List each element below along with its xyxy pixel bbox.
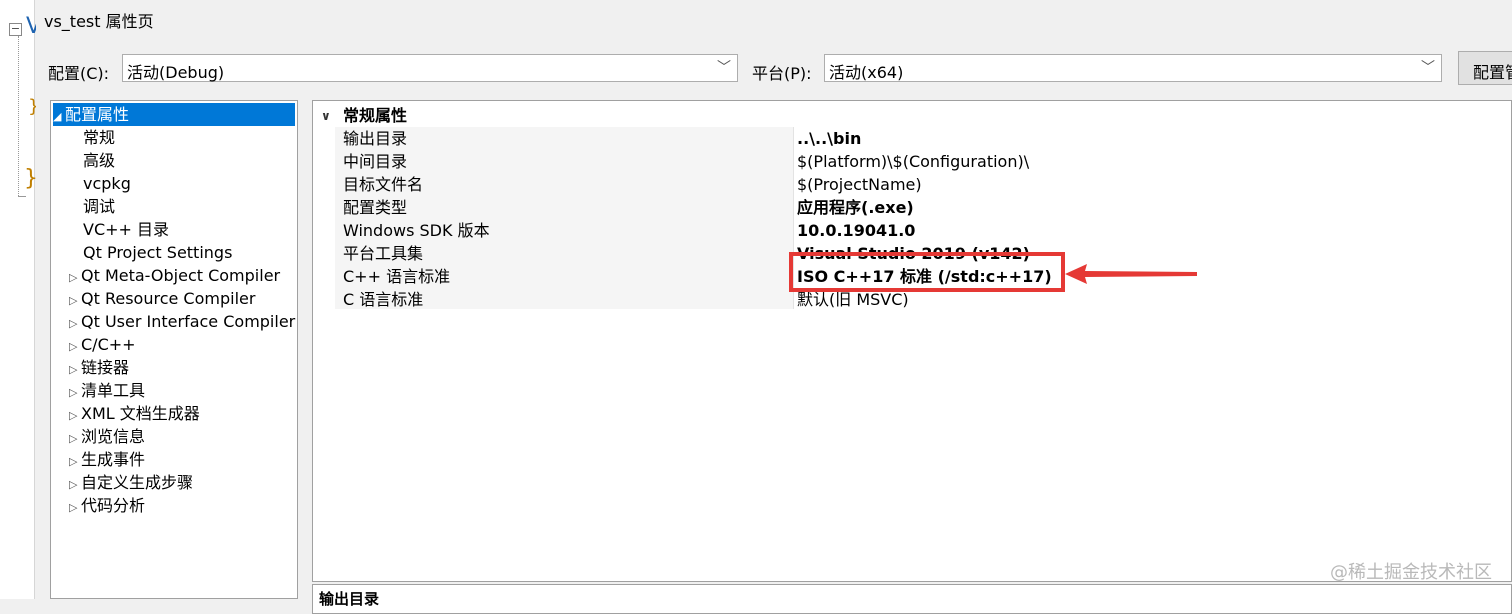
tree-item-label: Qt User Interface Compiler [81,312,296,331]
tree-item-qt-moc[interactable]: ▷ Qt Meta-Object Compiler [69,264,280,287]
tree-item-label: vcpkg [83,174,131,193]
tree-item-custom-build-step[interactable]: ▷ 自定义生成步骤 [69,471,193,494]
tree-item-label: 链接器 [81,358,130,377]
tree-item-qt-rcc[interactable]: ▷ Qt Resource Compiler [69,287,255,310]
tree-item-label: 自定义生成步骤 [81,473,194,492]
tree-item-label: XML 文档生成器 [81,404,200,423]
tree-item-general[interactable]: 常规 [83,126,115,149]
tree-item-advanced[interactable]: 高级 [83,149,115,172]
property-row-output-directory[interactable]: 输出目录 ..\..\bin [313,127,1512,150]
collapsed-triangle-icon: ▷ [69,478,78,491]
expanded-triangle-icon: ◢ [53,110,62,123]
property-tree: ◢ 配置属性 常规 高级 vcpkg 调试 VC++ 目录 Qt Project … [50,100,298,599]
tree-item-label: VC++ 目录 [83,220,170,239]
description-pane: 输出目录 [312,584,1512,614]
tree-item-label: Qt Meta-Object Compiler [81,266,281,285]
collapsed-triangle-icon: ▷ [69,432,78,445]
tree-item-label: Qt Project Settings [83,243,233,262]
property-name: C++ 语言标准 [343,267,451,286]
tree-item-label: 清单工具 [81,381,146,400]
configuration-manager-button[interactable]: 配置管理器(O)... [1458,51,1512,85]
property-name: C 语言标准 [343,290,424,309]
config-dropdown[interactable]: 活动(Debug) ﹀ [122,54,738,82]
chevron-down-icon: ﹀ [1421,60,1435,76]
property-name: Windows SDK 版本 [343,221,490,240]
tree-item-label: C/C++ [81,335,136,354]
property-name: 输出目录 [343,129,408,148]
configuration-manager-label: 配置管理器(O)... [1473,63,1512,82]
category-general-properties[interactable]: ∨ 常规属性 [313,105,1512,127]
dialog-title: vs_test 属性页 [44,12,154,31]
tree-item-manifest-tool[interactable]: ▷ 清单工具 [69,379,145,402]
property-row-configuration-type[interactable]: 配置类型 应用程序(.exe) [313,196,1512,219]
property-name: 平台工具集 [343,244,424,263]
tree-item-qt-uic[interactable]: ▷ Qt User Interface Compiler [69,310,295,333]
category-label: 常规属性 [343,106,408,125]
background-code-editor: − V } } [0,0,41,599]
property-row-target-name[interactable]: 目标文件名 $(ProjectName) [313,173,1512,196]
tree-item-label: 调试 [83,197,116,216]
watermark: @稀土掘金技术社区 [1330,562,1492,583]
collapsed-triangle-icon: ▷ [69,386,78,399]
tree-item-debugging[interactable]: 调试 [83,195,115,218]
tree-item-vcpkg[interactable]: vcpkg [83,172,131,195]
tree-item-label: 配置属性 [65,105,130,124]
outline-guide-end [18,196,26,197]
annotation-arrow-icon [1065,264,1197,284]
collapsed-triangle-icon: ▷ [69,501,78,514]
collapsed-triangle-icon: ▷ [69,317,78,330]
property-pages-dialog: vs_test 属性页 配置(C): 活动(Debug) ﹀ 平台(P): 活动… [36,0,1512,614]
tree-item-browse-information[interactable]: ▷ 浏览信息 [69,425,145,448]
platform-label: 平台(P): [752,64,812,83]
property-value[interactable]: ..\..\bin [797,127,861,150]
collapsed-triangle-icon: ▷ [69,340,78,353]
property-name: 目标文件名 [343,175,424,194]
collapsed-triangle-icon: ▷ [69,455,78,468]
tree-item-c-cpp[interactable]: ▷ C/C++ [69,333,136,356]
property-row-intermediate-directory[interactable]: 中间目录 $(Platform)\$(Configuration)\ [313,150,1512,173]
property-value[interactable]: 10.0.19041.0 [797,219,915,242]
tree-item-config-properties[interactable]: ◢ 配置属性 [53,103,295,126]
tree-item-linker[interactable]: ▷ 链接器 [69,356,129,379]
collapsed-triangle-icon: ▷ [69,409,78,422]
tree-item-label: 代码分析 [81,496,146,515]
tree-item-label: Qt Resource Compiler [81,289,256,308]
tree-item-label: 高级 [83,151,116,170]
tree-item-label: 浏览信息 [81,427,146,446]
category-collapse-icon[interactable]: ∨ [321,105,331,127]
highlight-box [789,252,1065,292]
platform-dropdown[interactable]: 活动(x64) ﹀ [824,54,1442,82]
tree-item-code-analysis[interactable]: ▷ 代码分析 [69,494,145,517]
property-name: 中间目录 [343,152,408,171]
collapsed-triangle-icon: ▷ [69,363,78,376]
tree-item-label: 常规 [83,128,116,147]
tree-item-label: 生成事件 [81,450,146,469]
property-name: 配置类型 [343,198,408,217]
outline-guide [18,36,20,196]
chevron-down-icon: ﹀ [717,60,731,76]
platform-dropdown-value: 活动(x64) [829,63,904,82]
config-dropdown-value: 活动(Debug) [127,63,225,82]
collapse-toggle-icon[interactable]: − [9,23,22,36]
tree-item-vc-directories[interactable]: VC++ 目录 [83,218,169,241]
property-value[interactable]: $(ProjectName) [797,173,922,196]
collapsed-triangle-icon: ▷ [69,294,78,307]
tree-item-qt-project-settings[interactable]: Qt Project Settings [83,241,232,264]
property-value[interactable]: 应用程序(.exe) [797,196,914,219]
config-label: 配置(C): [48,64,110,83]
property-grid: ∨ 常规属性 输出目录 ..\..\bin 中间目录 $(Platform)\$… [312,100,1512,582]
property-value[interactable]: $(Platform)\$(Configuration)\ [797,150,1029,173]
tree-item-xml-doc-generator[interactable]: ▷ XML 文档生成器 [69,402,200,425]
collapsed-triangle-icon: ▷ [69,271,78,284]
property-row-windows-sdk-version[interactable]: Windows SDK 版本 10.0.19041.0 [313,219,1512,242]
tree-item-build-events[interactable]: ▷ 生成事件 [69,448,145,471]
